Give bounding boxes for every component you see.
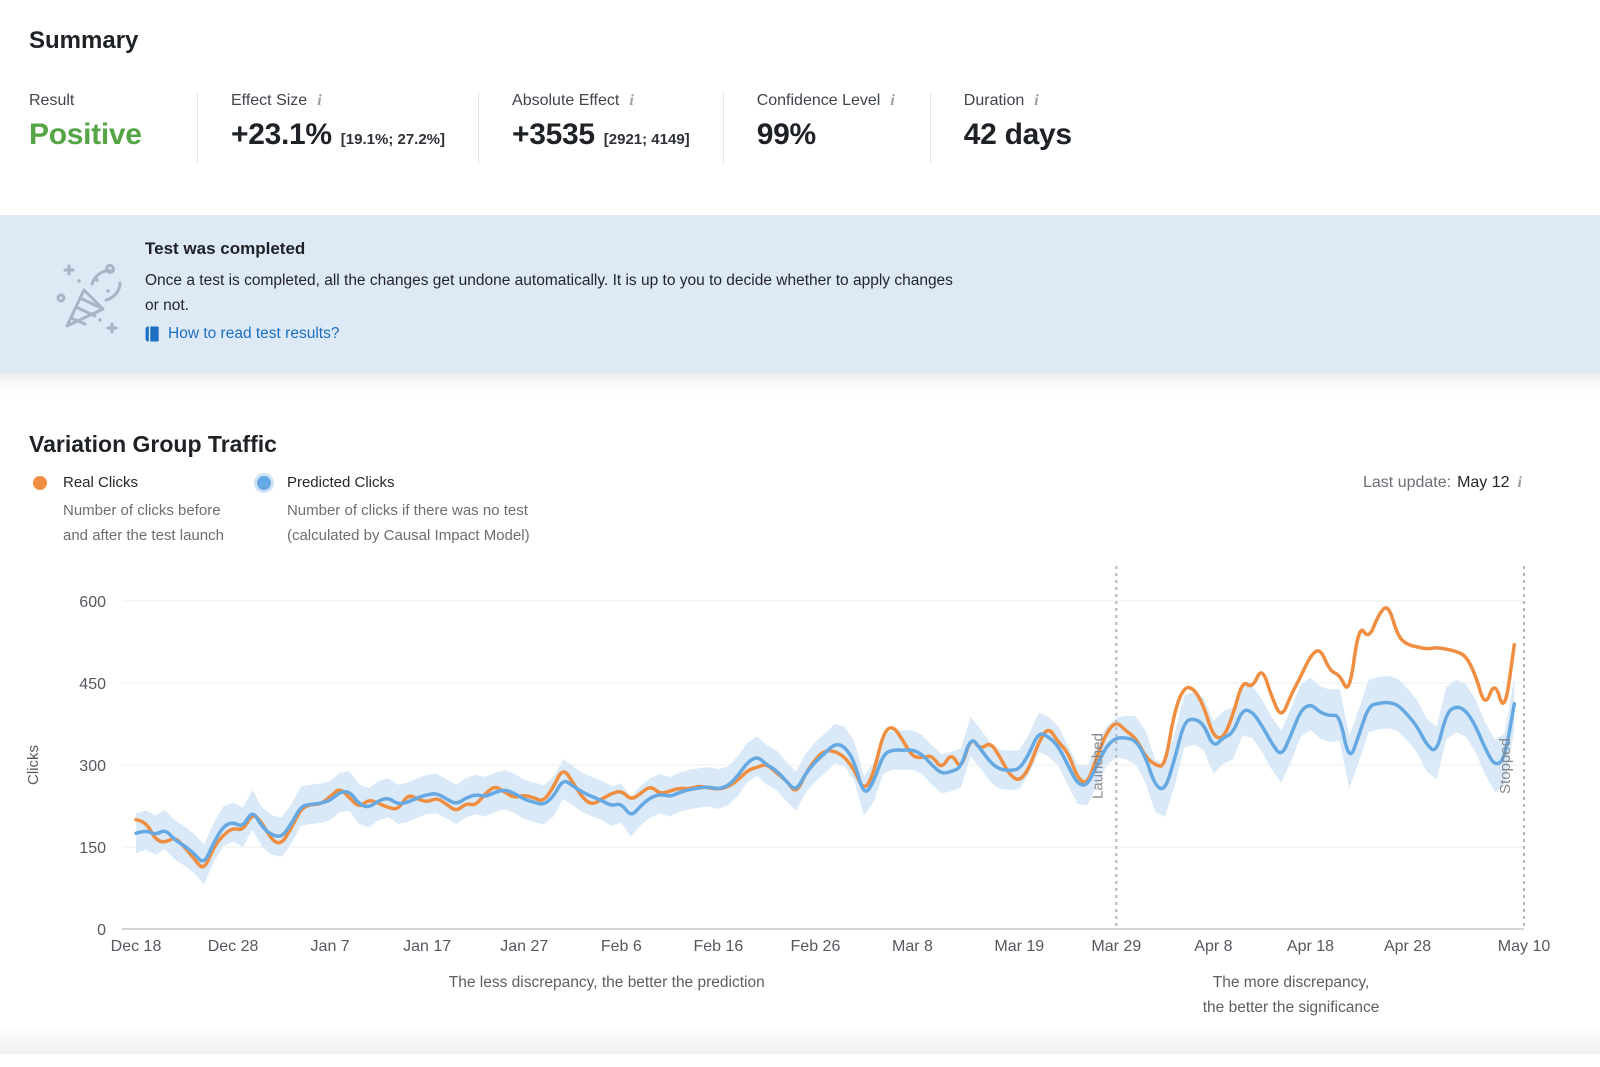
metric-value: 42 days (964, 118, 1072, 152)
svg-text:Mar 8: Mar 8 (892, 938, 933, 955)
summary-metrics: Result Positive Effect Size i +23.1% [19.1%; … (29, 92, 1600, 164)
legend-description: Number of clicks before (63, 498, 224, 523)
svg-text:the better the significance: the better the significance (1203, 999, 1380, 1016)
svg-text:Feb 16: Feb 16 (693, 938, 743, 955)
last-update-label: Last update: (1363, 474, 1451, 492)
svg-text:The more discrepancy,: The more discrepancy, (1213, 974, 1370, 991)
legend-description: (calculated by Causal Impact Model) (287, 523, 530, 548)
last-update-value: May 12 (1457, 474, 1509, 492)
metric-range: [2921; 4149] (604, 131, 690, 148)
svg-text:Feb 6: Feb 6 (601, 938, 642, 955)
how-to-read-results-label: How to read test results? (168, 325, 339, 343)
svg-text:600: 600 (79, 594, 106, 611)
svg-text:Mar 29: Mar 29 (1091, 938, 1141, 955)
metric-value: +3535 (512, 118, 595, 152)
test-completed-banner: Test was completed Once a test is comple… (0, 215, 1600, 373)
how-to-read-results-link[interactable]: How to read test results? (145, 325, 953, 343)
predicted-clicks-dot-icon (254, 473, 274, 493)
info-icon[interactable]: i (315, 93, 323, 109)
svg-text:Jan 27: Jan 27 (500, 938, 548, 955)
chart-title: Variation Group Traffic (0, 431, 1600, 458)
legend-item-real-clicks: Real Clicks Number of clicks beforeand af… (30, 473, 224, 548)
legend-items: Real Clicks Number of clicks beforeand af… (30, 473, 560, 548)
banner-body-line2: or not. (145, 293, 953, 318)
metric-range: [19.1%; 27.2%] (341, 131, 445, 148)
legend-name: Predicted Clicks (287, 473, 530, 493)
metric-result: Result Positive (29, 92, 197, 164)
svg-text:Apr 28: Apr 28 (1384, 938, 1431, 955)
party-popper-icon (33, 215, 145, 373)
metric-value: Positive (29, 118, 142, 152)
svg-text:150: 150 (79, 840, 106, 857)
svg-text:Clicks: Clicks (25, 745, 42, 785)
metric-value: 99% (757, 118, 816, 152)
real-clicks-dot-icon (30, 473, 50, 493)
info-icon[interactable]: i (888, 93, 896, 109)
metric-effect-size: Effect Size i +23.1% [19.1%; 27.2%] (197, 92, 478, 164)
svg-text:Launched: Launched (1089, 733, 1106, 799)
metric-value: +23.1% (231, 118, 332, 152)
banner-body: Once a test is completed, all the change… (145, 268, 953, 318)
svg-text:Dec 18: Dec 18 (111, 938, 162, 955)
metric-label: Confidence Level (757, 92, 881, 110)
last-update: Last update: May 12 i (1363, 474, 1524, 492)
summary-section: Summary Result Positive Effect Size i +23.1%… (0, 0, 1600, 215)
section-divider (0, 373, 1600, 395)
bottom-fade (0, 1027, 1600, 1054)
banner-body-line1: Once a test is completed, all the change… (145, 268, 953, 293)
svg-text:Apr 18: Apr 18 (1287, 938, 1334, 955)
banner-title: Test was completed (145, 239, 953, 259)
metric-confidence-level: Confidence Level i 99% (723, 92, 930, 164)
variation-traffic-section: Variation Group Traffic Real Clicks Numbe… (0, 395, 1600, 1027)
svg-text:May 10: May 10 (1498, 938, 1551, 955)
traffic-chart-canvas[interactable]: 0 150 300 450 600 Dec 18 Dec 28 Jan 7 Jan 17 Jan … (0, 552, 1600, 1027)
chart-legend: Real Clicks Number of clicks beforeand af… (0, 473, 1600, 548)
metric-label: Effect Size (231, 92, 307, 110)
metric-label: Duration (964, 92, 1024, 110)
svg-text:The less discrepancy, the bett: The less discrepancy, the better the pre… (449, 974, 765, 991)
svg-text:Dec 28: Dec 28 (208, 938, 259, 955)
svg-text:0: 0 (97, 922, 106, 939)
svg-text:Jan 17: Jan 17 (403, 938, 451, 955)
svg-text:Jan 7: Jan 7 (311, 938, 350, 955)
svg-text:300: 300 (79, 758, 106, 775)
metric-label: Result (29, 92, 74, 110)
metric-duration: Duration i 42 days (930, 92, 1105, 164)
svg-text:450: 450 (79, 676, 106, 693)
legend-item-predicted-clicks: Predicted Clicks Number of clicks if ther… (254, 473, 530, 548)
legend-name: Real Clicks (63, 473, 224, 493)
svg-text:Feb 26: Feb 26 (791, 938, 841, 955)
book-icon (145, 326, 160, 342)
page-title: Summary (29, 27, 1600, 55)
info-icon[interactable]: i (627, 93, 635, 109)
info-icon[interactable]: i (1032, 93, 1040, 109)
legend-description: and after the test launch (63, 523, 224, 548)
metric-label: Absolute Effect (512, 92, 619, 110)
legend-description: Number of clicks if there was no test (287, 498, 530, 523)
info-icon[interactable]: i (1516, 475, 1524, 491)
metric-absolute-effect: Absolute Effect i +3535 [2921; 4149] (478, 92, 723, 164)
svg-text:Apr 8: Apr 8 (1194, 938, 1232, 955)
svg-text:Stopped: Stopped (1497, 738, 1514, 794)
svg-text:Mar 19: Mar 19 (994, 938, 1044, 955)
